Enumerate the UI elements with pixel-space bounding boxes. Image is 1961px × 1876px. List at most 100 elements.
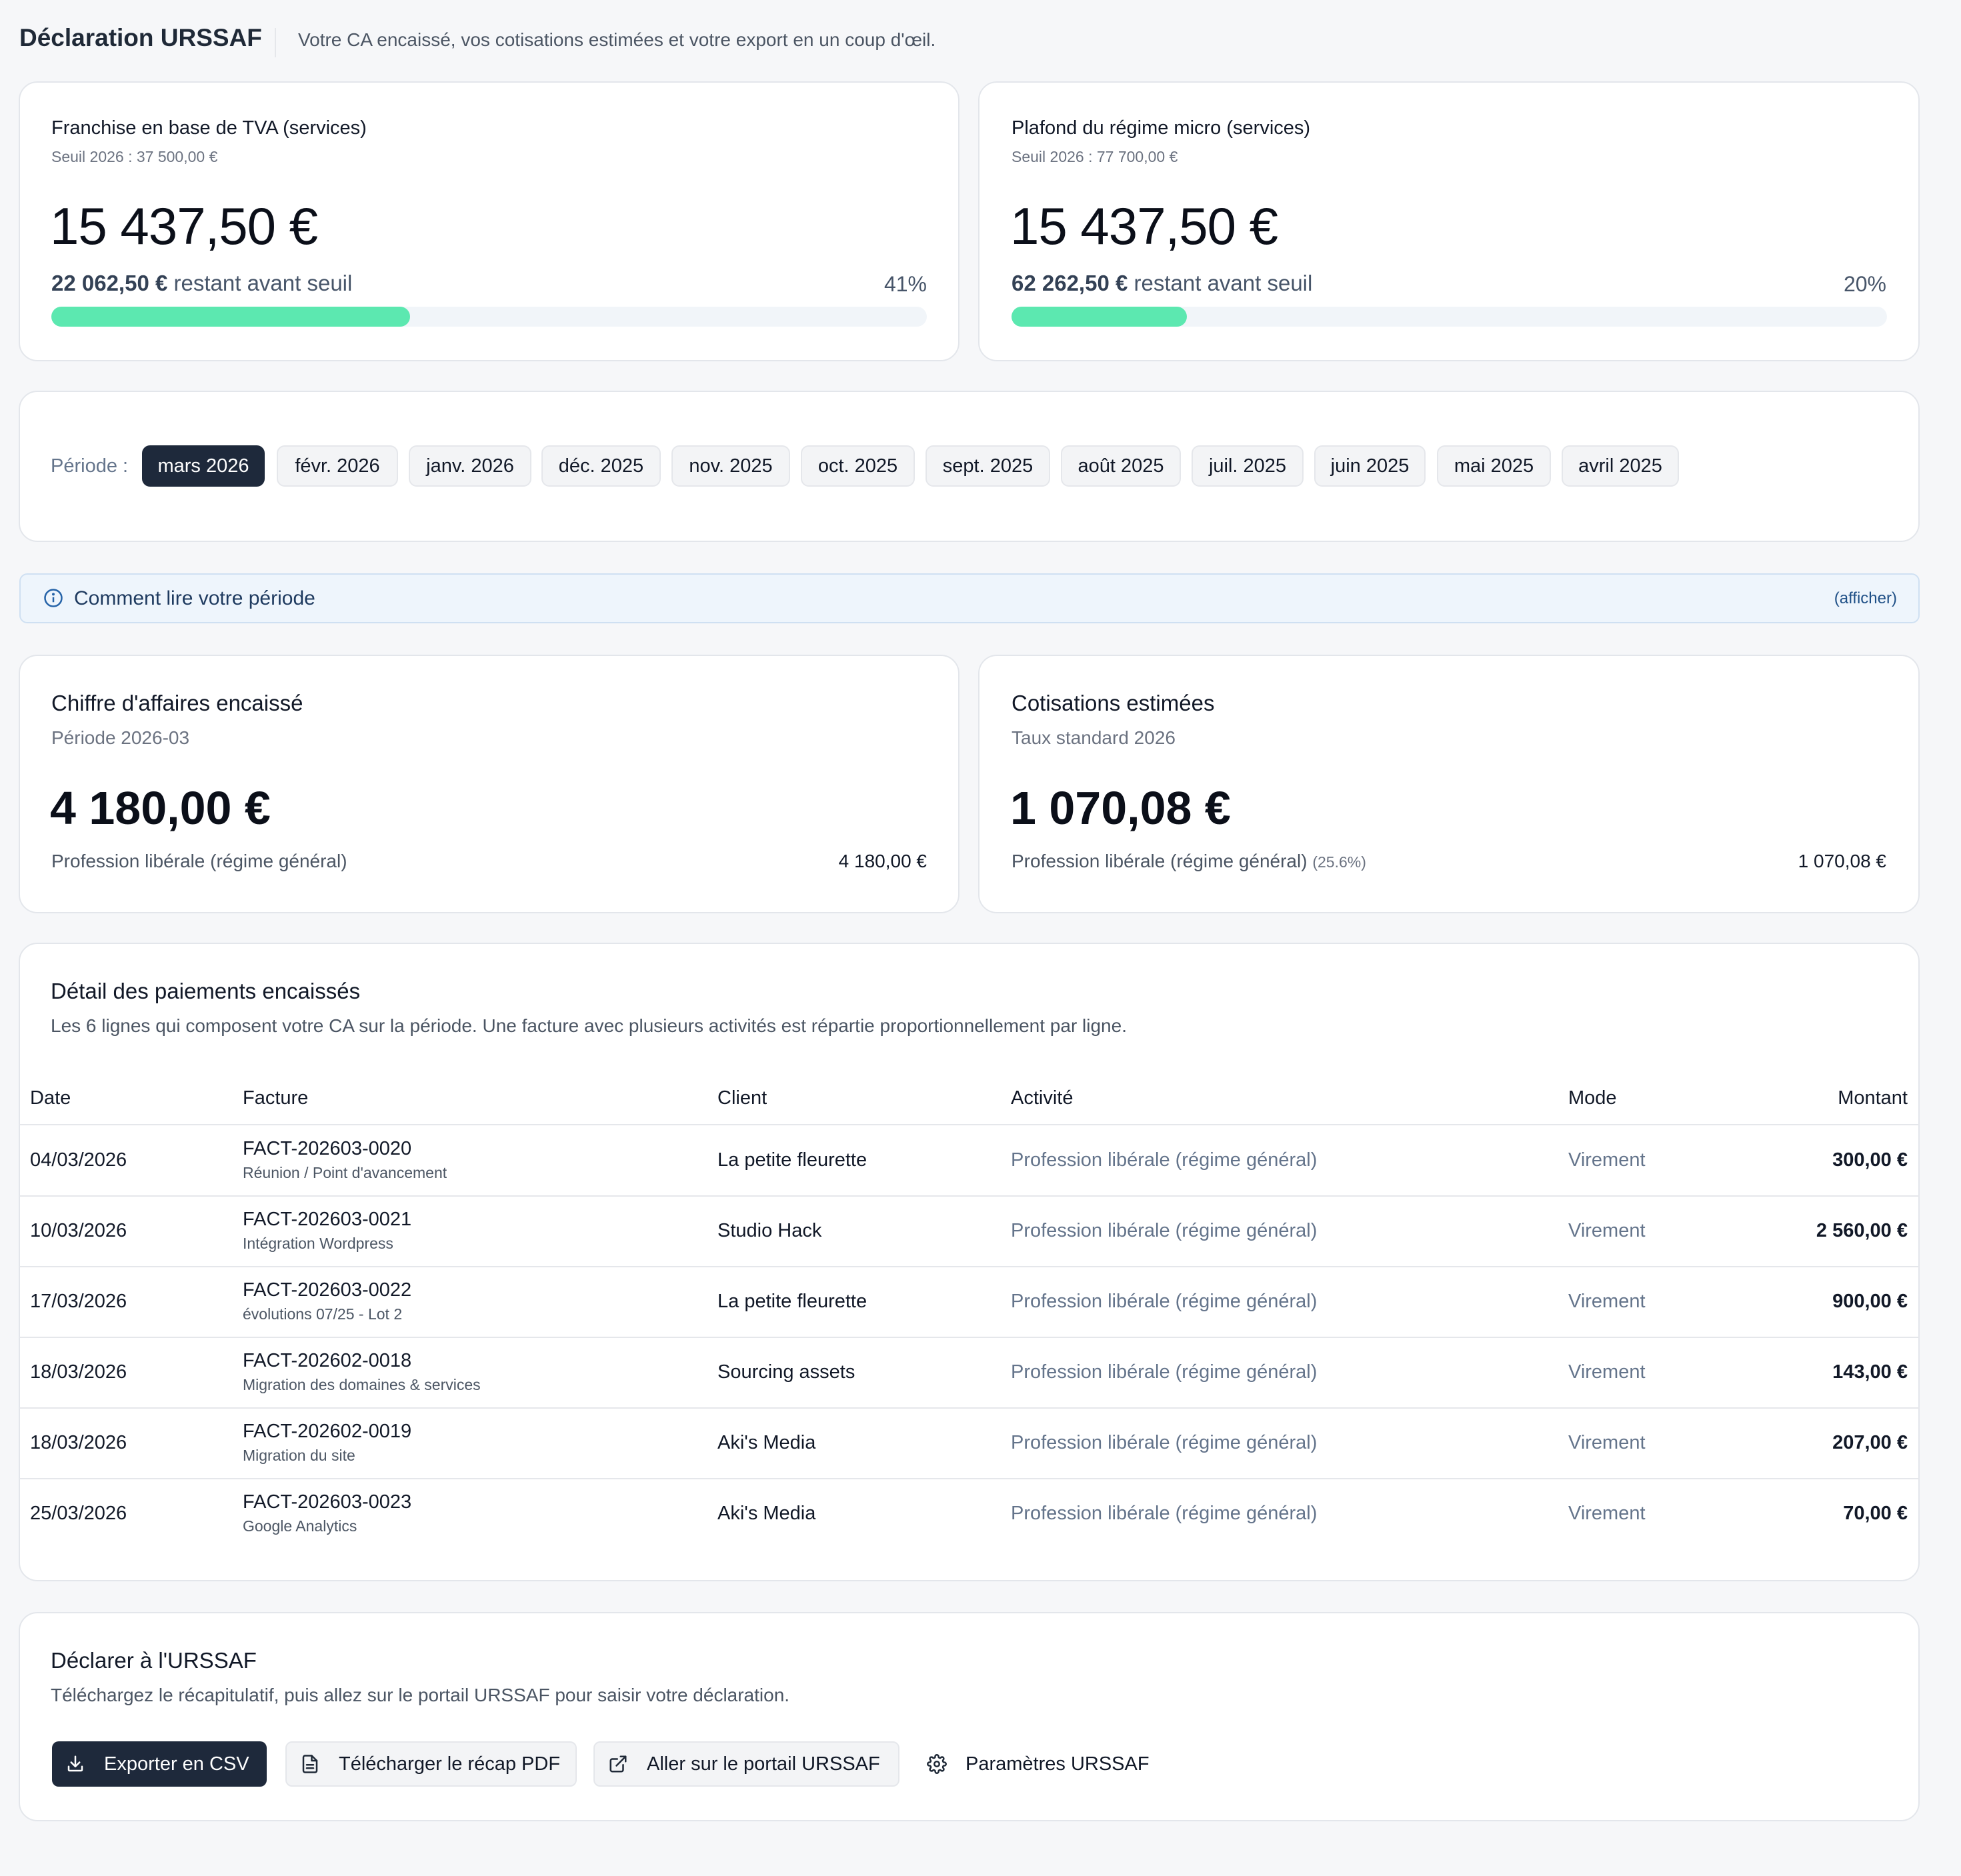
row-divider (19, 1266, 1920, 1267)
cell-date: 18/03/2026 (30, 1361, 127, 1383)
column-header-client: Client (717, 1087, 767, 1109)
cell-invoice-description: Migration du site (243, 1447, 355, 1464)
cell-date: 25/03/2026 (30, 1503, 127, 1524)
row-divider (19, 1195, 1920, 1197)
threshold-remaining-label: restant avant seuil (173, 271, 353, 295)
urssaf-settings-label: Paramètres URSSAF (965, 1753, 1150, 1775)
period-chip[interactable]: déc. 2025 (541, 445, 661, 487)
cell-amount: 2 560,00 € (1816, 1220, 1908, 1241)
declare-card (19, 1612, 1920, 1821)
cell-amount: 300,00 € (1832, 1149, 1908, 1171)
activity-label: Profession libérale (régime général) (51, 851, 347, 871)
activity-rate: (25.6%) (1312, 853, 1366, 871)
cell-invoice-number[interactable]: FACT-202603-0021 (243, 1209, 411, 1231)
export-csv-button[interactable]: Exporter en CSV (52, 1741, 267, 1787)
threshold-progress-track (51, 307, 927, 327)
page-title: Déclaration URSSAF (19, 24, 262, 51)
threshold-seuil: Seuil 2026 : 37 500,00 € (51, 148, 218, 165)
period-chip[interactable]: avril 2025 (1562, 445, 1679, 487)
contributions-subtitle: Taux standard 2026 (1012, 727, 1176, 748)
cell-invoice-number[interactable]: FACT-202603-0023 (243, 1491, 411, 1513)
threshold-amount: 15 437,50 € (1010, 197, 1278, 255)
contributions-title: Cotisations estimées (1012, 691, 1215, 715)
table-header-divider (19, 1124, 1920, 1125)
revenue-card: Chiffre d'affaires encaissé Période 2026… (19, 655, 959, 913)
threshold-progress-fill (51, 307, 411, 327)
export-csv-label: Exporter en CSV (104, 1753, 249, 1775)
urssaf-settings-button[interactable]: Paramètres URSSAF (913, 1741, 1167, 1787)
column-header-amount: Montant (1838, 1087, 1908, 1109)
cell-activity: Profession libérale (régime général) (1011, 1432, 1318, 1453)
declare-subtitle: Téléchargez le récapitulatif, puis allez… (51, 1685, 790, 1705)
cell-client: La petite fleurette (717, 1149, 867, 1171)
period-chip[interactable]: janv. 2026 (409, 445, 531, 487)
file-text-icon (302, 1755, 318, 1773)
cell-client: Studio Hack (717, 1220, 822, 1241)
cell-mode: Virement (1568, 1361, 1646, 1383)
page-subtitle: Votre CA encaissé, vos cotisations estim… (298, 29, 936, 50)
threshold-percent: 20% (1843, 272, 1886, 296)
period-chip-selected[interactable]: mars 2026 (142, 445, 265, 487)
gear-icon (927, 1754, 947, 1774)
column-header-activity: Activité (1011, 1087, 1074, 1109)
cell-invoice-number[interactable]: FACT-202602-0019 (243, 1421, 411, 1443)
period-chip[interactable]: sept. 2025 (925, 445, 1050, 487)
cell-invoice-number[interactable]: FACT-202603-0020 (243, 1138, 411, 1160)
cell-amount: 70,00 € (1843, 1503, 1908, 1524)
column-header-mode: Mode (1568, 1087, 1617, 1109)
row-divider (19, 1407, 1920, 1409)
period-chip[interactable]: févr. 2026 (277, 445, 398, 487)
threshold-remaining-value: 62 262,50 € (1012, 271, 1128, 295)
row-divider (19, 1337, 1920, 1338)
period-chip[interactable]: mai 2025 (1437, 445, 1551, 487)
period-chip[interactable]: août 2025 (1061, 445, 1181, 487)
cell-mode: Virement (1568, 1220, 1646, 1241)
info-icon (44, 589, 63, 607)
cell-date: 18/03/2026 (30, 1432, 127, 1453)
threshold-progress-fill (1012, 307, 1187, 327)
cell-amount: 207,00 € (1832, 1432, 1908, 1453)
download-icon (67, 1755, 83, 1772)
period-chip[interactable]: juil. 2025 (1192, 445, 1304, 487)
revenue-activity-label: Profession libérale (régime général) (51, 851, 347, 872)
threshold-card-tva: Franchise en base de TVA (services) Seui… (19, 81, 959, 361)
cell-invoice-description: Google Analytics (243, 1517, 357, 1535)
cell-client: Aki's Media (717, 1503, 816, 1524)
declare-title: Déclarer à l'URSSAF (51, 1648, 257, 1673)
header-divider (275, 28, 276, 57)
payments-detail-card (19, 943, 1920, 1581)
cell-mode: Virement (1568, 1432, 1646, 1453)
contributions-amount: 1 070,08 € (1010, 782, 1231, 834)
cell-date: 04/03/2026 (30, 1149, 127, 1171)
revenue-activity-value: 4 180,00 € (838, 851, 927, 871)
detail-title: Détail des paiements encaissés (51, 979, 361, 1003)
threshold-title: Franchise en base de TVA (services) (51, 117, 367, 139)
period-chip[interactable]: nov. 2025 (671, 445, 790, 487)
cell-mode: Virement (1568, 1149, 1646, 1171)
period-chip[interactable]: oct. 2025 (801, 445, 915, 487)
threshold-amount: 15 437,50 € (50, 197, 318, 255)
cell-mode: Virement (1568, 1291, 1646, 1312)
cell-invoice-number[interactable]: FACT-202602-0018 (243, 1350, 411, 1372)
info-toggle-link[interactable]: (afficher) (1834, 589, 1897, 608)
urssaf-portal-button[interactable]: Aller sur le portail URSSAF (593, 1741, 899, 1787)
period-info-banner[interactable]: Comment lire votre période (afficher) (19, 573, 1920, 623)
cell-activity: Profession libérale (régime général) (1011, 1361, 1318, 1383)
cell-invoice-description: Intégration Wordpress (243, 1235, 393, 1252)
column-header-date: Date (30, 1087, 71, 1109)
cell-client: Sourcing assets (717, 1361, 855, 1383)
contributions-activity-value: 1 070,08 € (1798, 851, 1886, 871)
column-header-invoice: Facture (243, 1087, 309, 1109)
threshold-title: Plafond du régime micro (services) (1012, 117, 1311, 139)
download-pdf-button[interactable]: Télécharger le récap PDF (285, 1741, 577, 1787)
threshold-card-micro: Plafond du régime micro (services) Seuil… (978, 81, 1920, 361)
cell-mode: Virement (1568, 1503, 1646, 1524)
activity-label: Profession libérale (régime général) (1012, 851, 1308, 871)
cell-invoice-description: évolutions 07/25 - Lot 2 (243, 1305, 403, 1323)
cell-activity: Profession libérale (régime général) (1011, 1220, 1318, 1241)
cell-invoice-number[interactable]: FACT-202603-0022 (243, 1279, 411, 1301)
cell-invoice-description: Migration des domaines & services (243, 1376, 481, 1393)
revenue-period: Période 2026-03 (51, 727, 190, 748)
cell-amount: 900,00 € (1832, 1291, 1908, 1312)
period-chip[interactable]: juin 2025 (1314, 445, 1426, 487)
